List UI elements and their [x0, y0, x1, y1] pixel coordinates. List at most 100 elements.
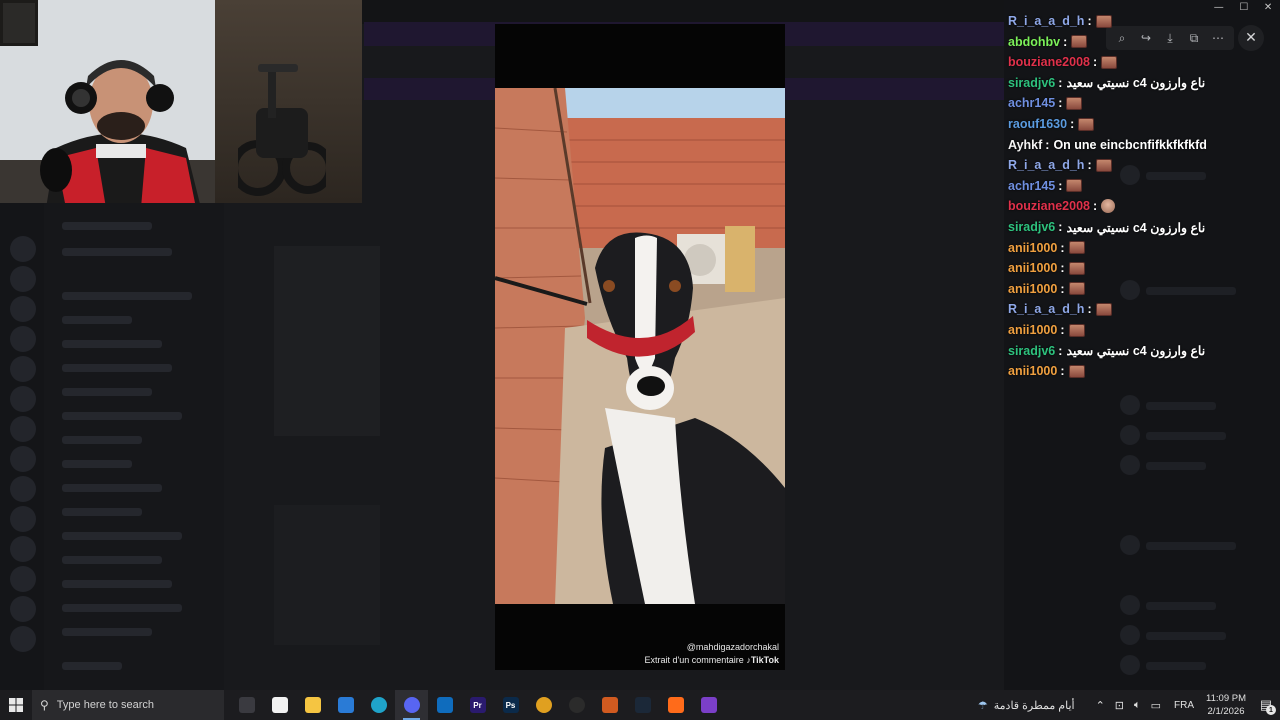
- taskbar-app-chrome[interactable]: [527, 690, 560, 720]
- chat-separator: :: [1058, 343, 1063, 358]
- chat-emote: [1068, 282, 1085, 296]
- photoshop-icon: Ps: [502, 697, 519, 713]
- edge-icon: [370, 697, 387, 713]
- minimize-button[interactable]: —: [1214, 2, 1224, 20]
- taskbar-app-obs[interactable]: [560, 690, 593, 720]
- viewer-toolbar: ⌕ ↪ ⤓ ⧉ ⋯: [1106, 26, 1234, 50]
- chat-message: anii1000:: [1008, 258, 1085, 278]
- battery-icon[interactable]: ▭: [1151, 699, 1161, 712]
- taskbar-search[interactable]: ⚲ Type here to search: [32, 690, 224, 720]
- chat-emote-skull: [1101, 199, 1116, 214]
- maximize-button[interactable]: ☐: [1239, 2, 1248, 20]
- media-viewer[interactable]: @mahdigazadorchakal Extrait d'un comment…: [495, 24, 785, 670]
- app-avast-icon: [667, 697, 684, 713]
- extract-caption-text: Extrait d'un commentaire: [644, 655, 744, 665]
- language-indicator[interactable]: FRA: [1174, 700, 1194, 711]
- chat-message: siradjv6: ناع وارزون c4 نسيتي سعيد: [1008, 341, 1205, 361]
- start-button[interactable]: [0, 690, 32, 720]
- steam-icon: [634, 697, 651, 713]
- taskbar-app-microsoft-store[interactable]: [263, 690, 296, 720]
- chat-text: On une eincbcnfifkkfkfkfd: [1053, 137, 1207, 152]
- notification-button[interactable]: ▤ 1: [1252, 690, 1280, 720]
- chat-separator: :: [1063, 34, 1068, 49]
- chat-username: bouziane2008: [1008, 199, 1090, 214]
- taskbar-app-app-purple[interactable]: [692, 690, 725, 720]
- taskbar-app-steam[interactable]: [626, 690, 659, 720]
- close-viewer-button[interactable]: ✕: [1238, 25, 1264, 51]
- taskbar: ⚲ Type here to search Pr Ps ☂ أيام ممطرة …: [0, 690, 1280, 720]
- chat-username: siradjv6: [1008, 343, 1056, 358]
- chat-message: R_i_a_a_d_h:: [1008, 11, 1112, 31]
- taskbar-app-app-orange[interactable]: [593, 690, 626, 720]
- chat-message: anii1000:: [1008, 361, 1085, 381]
- chat-emote: [1095, 14, 1112, 28]
- taskbar-app-edge[interactable]: [362, 690, 395, 720]
- system-tray: ☂ أيام ممطرة قادمة ⌃ ⊡ 🔈︎ ▭ FRA 11:09 PM…: [978, 690, 1280, 720]
- taskbar-app-ms-store-app[interactable]: [329, 690, 362, 720]
- chat-message: raouf1630:: [1008, 114, 1095, 134]
- chat-separator: :: [1045, 137, 1050, 152]
- chat-username: bouziane2008: [1008, 55, 1090, 70]
- window-close-button[interactable]: ✕: [1264, 2, 1272, 20]
- chat-message: Ayhkf: On une eincbcnfifkkfkfkfd: [1008, 135, 1207, 155]
- chat-message: abdohbv:: [1008, 32, 1088, 52]
- chat-message: siradjv6: ناع وارزون c4 نسيتي سعيد: [1008, 73, 1205, 93]
- attachment-thumbnail: [274, 505, 380, 645]
- chat-message: bouziane2008:: [1008, 52, 1118, 72]
- chat-separator: :: [1058, 220, 1063, 234]
- chrome-icon: [535, 697, 552, 713]
- desktop: — ☐ ✕ @mahdigazadorchakal Extrait d'un c…: [0, 0, 1280, 720]
- chat-emote: [1068, 364, 1085, 378]
- taskbar-app-app-avast[interactable]: [659, 690, 692, 720]
- volume-icon[interactable]: 🔈︎: [1134, 699, 1141, 712]
- app-purple-icon: [700, 697, 717, 713]
- chat-username: anii1000: [1008, 281, 1058, 296]
- zoom-icon[interactable]: ⌕: [1113, 29, 1131, 47]
- chat-username: R_i_a_a_d_h: [1008, 158, 1085, 173]
- taskbar-app-discord[interactable]: [395, 690, 428, 720]
- chat-username: anii1000: [1008, 323, 1058, 337]
- chat-text: ناع وارزون c4 نسيتي سعيد: [1066, 220, 1206, 235]
- share-forward-icon[interactable]: ↪: [1137, 29, 1155, 47]
- chat-username: abdohbv: [1008, 34, 1061, 49]
- weather-widget[interactable]: ☂ أيام ممطرة قادمة: [978, 699, 1075, 712]
- chat-username: R_i_a_a_d_h: [1008, 14, 1085, 28]
- chat-emote: [1101, 55, 1118, 69]
- chat-separator: :: [1060, 261, 1065, 276]
- more-options-icon[interactable]: ⋯: [1209, 29, 1227, 47]
- chat-emote: [1095, 158, 1112, 172]
- chat-separator: :: [1087, 302, 1092, 317]
- taskbar-app-photoshop[interactable]: Ps: [494, 690, 527, 720]
- chat-emote: [1066, 96, 1083, 110]
- taskbar-app-task-view[interactable]: [230, 690, 263, 720]
- download-icon[interactable]: ⤓: [1161, 29, 1179, 47]
- chat-username: anii1000: [1008, 261, 1058, 276]
- search-placeholder: Type here to search: [56, 699, 155, 711]
- clock-time: 11:09 PM: [1206, 693, 1246, 704]
- clock[interactable]: 11:09 PM 2/1/2026: [1206, 692, 1246, 718]
- taskbar-app-file-explorer[interactable]: [296, 690, 329, 720]
- chat-message: achr145:: [1008, 176, 1083, 196]
- channel-sidebar: [44, 200, 224, 690]
- chat-username: anii1000: [1008, 240, 1058, 255]
- taskbar-app-premiere-pro[interactable]: Pr: [461, 690, 494, 720]
- outlook-icon: [436, 697, 453, 713]
- chat-username: R_i_a_a_d_h: [1008, 302, 1085, 317]
- chat-separator: :: [1060, 364, 1065, 379]
- motorcycle: [238, 64, 326, 196]
- chat-separator: :: [1058, 75, 1063, 90]
- open-external-icon[interactable]: ⧉: [1185, 29, 1203, 47]
- chat-separator: :: [1060, 323, 1065, 337]
- chat-message: anii1000:: [1008, 279, 1085, 299]
- premiere-pro-icon: Pr: [469, 697, 486, 713]
- attachment-thumbnail: [274, 246, 380, 436]
- file-explorer-icon: [304, 697, 321, 713]
- chat-separator: :: [1092, 199, 1098, 214]
- tiktok-brand: TikTok: [750, 655, 779, 665]
- chevron-up-icon[interactable]: ⌃: [1096, 699, 1105, 712]
- app-orange-icon: [601, 697, 618, 713]
- chat-emote: [1066, 179, 1083, 193]
- taskbar-app-outlook[interactable]: [428, 690, 461, 720]
- network-icon[interactable]: ⊡: [1115, 699, 1124, 712]
- chat-separator: :: [1058, 96, 1063, 111]
